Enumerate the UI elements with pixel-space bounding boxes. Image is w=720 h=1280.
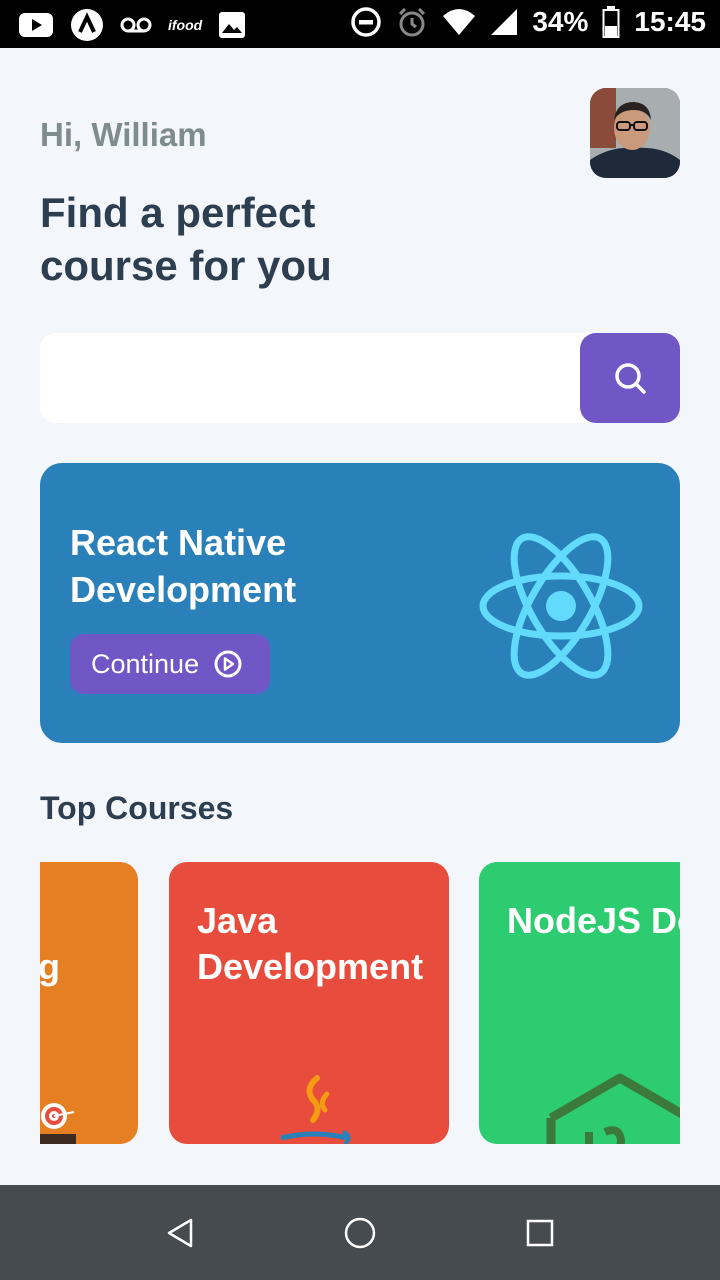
featured-course-card[interactable]: React Native Development Continue <box>40 463 680 743</box>
back-icon <box>167 1218 193 1248</box>
course-card-title: Java Development <box>197 900 424 987</box>
clock: 15:45 <box>634 6 706 37</box>
nodejs-logo-icon <box>546 1073 680 1144</box>
search-input[interactable] <box>64 333 564 423</box>
signal-icon <box>491 9 518 35</box>
app-a-icon <box>71 9 103 41</box>
java-logo-icon <box>280 1075 351 1144</box>
youtube-icon <box>19 13 53 37</box>
search-icon <box>615 363 646 394</box>
alarm-icon <box>399 7 426 37</box>
continue-button-label: Continue <box>91 648 200 679</box>
nav-recents-button[interactable] <box>520 1213 560 1253</box>
play-circle-icon <box>214 650 242 678</box>
search-button[interactable] <box>580 333 680 423</box>
featured-course-title: React Native Development <box>70 522 297 610</box>
recents-icon <box>526 1219 554 1247</box>
react-logo-icon <box>479 533 643 679</box>
status-bar-system: 34% 15:45 <box>350 6 706 38</box>
course-card[interactable]: g <box>40 862 138 1144</box>
course-card[interactable]: Java Development <box>169 862 449 1144</box>
nav-back-button[interactable] <box>160 1213 200 1253</box>
greeting-text: Hi, William <box>40 116 207 153</box>
ifood-icon: ifood <box>168 17 203 33</box>
battery-percentage: 34% <box>532 6 589 37</box>
wifi-icon <box>443 9 476 35</box>
avatar[interactable] <box>590 88 680 178</box>
top-courses-carousel[interactable]: g Java Development NodeJS Developme <box>40 862 680 1144</box>
status-bar-notifications: ifood <box>18 8 246 42</box>
home-icon <box>344 1217 376 1249</box>
battery-icon <box>602 6 620 38</box>
voicemail-icon <box>120 17 152 33</box>
dnd-icon <box>351 7 382 37</box>
course-card[interactable]: NodeJS Developme <box>479 862 680 1144</box>
avatar-photo-icon <box>590 88 680 178</box>
status-bar: ifood 34% 15:45 <box>0 0 720 48</box>
gallery-icon <box>219 12 246 38</box>
page-title: Find a perfect course for you <box>40 189 332 289</box>
marketing-icon <box>40 1103 76 1144</box>
course-card-title: g <box>40 946 60 987</box>
system-nav-bar <box>0 1185 720 1280</box>
top-courses-heading: Top Courses <box>40 790 234 826</box>
nav-home-button[interactable] <box>340 1213 380 1253</box>
course-card-title: NodeJS Developme <box>507 900 680 941</box>
search-bar <box>40 333 680 423</box>
continue-button[interactable]: Continue <box>70 634 270 694</box>
